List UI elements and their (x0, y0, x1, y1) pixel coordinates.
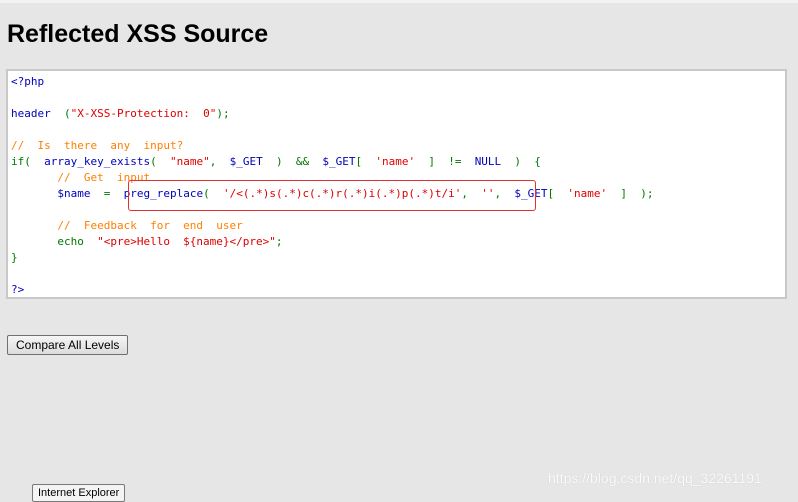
code-line: header ("X-XSS-Protection: 0"); (11, 106, 654, 122)
code-token: , (209, 155, 230, 168)
code-token: <?php (11, 75, 45, 88)
code-token: 'name' (567, 187, 608, 200)
code-token: ?> (11, 283, 25, 296)
code-token: ( (150, 155, 170, 168)
code-line: <?php (11, 74, 654, 90)
code-token: ] ); (607, 187, 654, 200)
code-token: $_GET (322, 155, 356, 168)
code-token: ( (50, 107, 71, 120)
code-token: "X-XSS-Protection: 0" (70, 107, 217, 120)
code-token: ; (275, 235, 283, 248)
code-token: } (11, 251, 18, 264)
code-token: // Is there any input? (11, 139, 184, 152)
code-token: array_key_exists (44, 155, 151, 168)
code-token: // Feedback for end user (11, 219, 243, 232)
code-token: [ (547, 187, 568, 200)
code-token: "name" (169, 155, 210, 168)
code-token: = (90, 187, 124, 200)
code-token: ) { (501, 155, 541, 168)
code-line: echo "<pre>Hello ${name}</pre>"; (11, 234, 654, 250)
code-token: $_GET (229, 155, 263, 168)
code-token: if( (11, 155, 45, 168)
code-line: if( array_key_exists( "name", $_GET ) &&… (11, 154, 654, 170)
top-strip (0, 0, 798, 3)
watermark: https://blog.csdn.net/qq_32261191 (548, 470, 762, 486)
preg-replace-highlight (128, 180, 536, 211)
code-token: echo (11, 235, 98, 248)
code-token: $name (11, 187, 91, 200)
code-line: } (11, 250, 654, 266)
code-token: [ (355, 155, 376, 168)
page-title: Reflected XSS Source (7, 20, 269, 48)
code-token: NULL (474, 155, 502, 168)
code-line: ?> (11, 282, 654, 298)
code-line: // Feedback for end user (11, 218, 654, 234)
code-token: "<pre>Hello ${name}</pre>" (97, 235, 276, 248)
code-token: ) && (262, 155, 323, 168)
code-token: header (11, 107, 51, 120)
code-line: // Is there any input? (11, 138, 654, 154)
compare-all-levels-button[interactable]: Compare All Levels (7, 335, 129, 355)
code-token: 'name' (375, 155, 416, 168)
taskbar-internet-explorer-button[interactable]: Internet Explorer (32, 484, 126, 502)
code-token: ] != (415, 155, 475, 168)
code-token: ); (216, 107, 230, 120)
